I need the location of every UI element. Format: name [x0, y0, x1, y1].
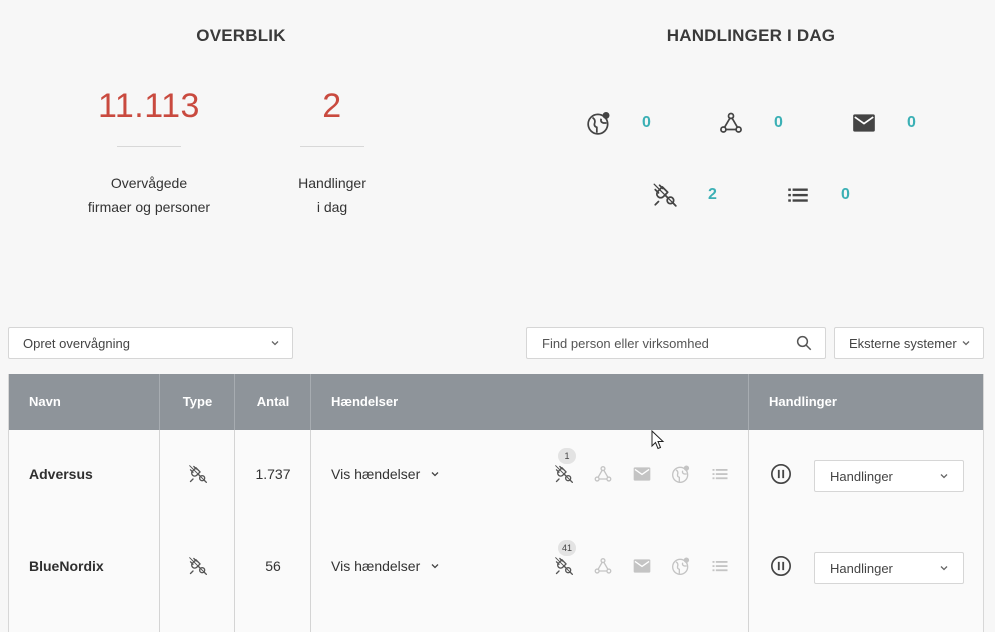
today-plug-count: 2: [708, 186, 717, 203]
stat-divider: [300, 146, 364, 147]
globe-alert-icon: [671, 556, 691, 576]
row-actions-label: Handlinger: [830, 560, 893, 576]
chevron-down-icon: [939, 563, 949, 573]
show-events-label: Vis hændelser: [331, 558, 421, 574]
event-icons: 41: [554, 540, 749, 576]
search-placeholder: Find person eller virksomhed: [542, 335, 709, 351]
show-events-label: Vis hændelser: [331, 466, 421, 482]
monitoring-table: Navn Type Antal Hændelser Handlinger Adv…: [8, 374, 984, 632]
row-name[interactable]: BlueNordix: [29, 520, 104, 612]
stat-divider: [117, 146, 181, 147]
plug-search-icon: [652, 182, 678, 208]
table-row: Adversus 1.737 Vis hændelser 1 Handlinge…: [9, 428, 983, 520]
create-monitoring-label: Opret overvågning: [23, 335, 130, 351]
external-systems-dropdown[interactable]: Eksterne systemer: [834, 327, 984, 359]
globe-alert-icon: [586, 110, 612, 136]
col-divider: [159, 374, 160, 430]
col-events[interactable]: Hændelser: [331, 374, 398, 430]
pause-button[interactable]: [770, 520, 792, 612]
col-divider: [234, 374, 235, 430]
plug-search-icon: [554, 464, 574, 484]
globe-alert-icon: [671, 464, 691, 484]
show-events-toggle[interactable]: Vis hændelser: [331, 428, 440, 520]
event-list[interactable]: [710, 556, 730, 576]
event-list[interactable]: [710, 464, 730, 484]
mail-icon: [632, 464, 652, 484]
today-plug: 2: [652, 182, 722, 208]
monitored-label-line1: Overvågede: [110, 175, 188, 191]
event-mail[interactable]: [632, 556, 652, 576]
chevron-down-icon: [270, 338, 280, 348]
row-type: [160, 520, 235, 612]
plug-search-icon: [188, 556, 208, 576]
table-row: BlueNordix 56 Vis hændelser 41 Handlinge…: [9, 520, 983, 612]
pause-icon: [770, 463, 792, 485]
today-list: 0: [785, 182, 855, 208]
create-monitoring-dropdown[interactable]: Opret overvågning: [8, 327, 293, 359]
show-events-toggle[interactable]: Vis hændelser: [331, 520, 440, 612]
row-type: [160, 428, 235, 520]
event-webhook[interactable]: [593, 556, 613, 576]
event-globe[interactable]: [671, 464, 691, 484]
actions-count: 2: [322, 87, 342, 125]
col-count[interactable]: Antal: [235, 374, 311, 430]
table-header: Navn Type Antal Hændelser Handlinger: [9, 374, 983, 430]
row-actions-label: Handlinger: [830, 468, 893, 484]
today-mail-count: 0: [907, 114, 916, 131]
today-actions-title: HANDLINGER I DAG: [666, 26, 836, 45]
event-mail[interactable]: [632, 464, 652, 484]
row-count: 56: [265, 558, 281, 574]
monitored-label-line2: firmaer og personer: [87, 199, 211, 215]
today-globe-count: 0: [642, 114, 651, 131]
row-count: 1.737: [255, 466, 291, 482]
webhook-icon: [593, 464, 613, 484]
row-name[interactable]: Adversus: [29, 428, 93, 520]
row-actions-dropdown[interactable]: Handlinger: [814, 552, 964, 584]
list-icon: [785, 182, 811, 208]
chevron-down-icon: [430, 469, 440, 479]
pause-icon: [770, 555, 792, 577]
today-list-count: 0: [841, 186, 850, 203]
search-input[interactable]: Find person eller virksomhed: [526, 327, 826, 359]
actions-label-line1: Handlinger: [298, 175, 366, 191]
col-name[interactable]: Navn: [29, 374, 61, 430]
chevron-down-icon: [939, 471, 949, 481]
event-globe[interactable]: [671, 556, 691, 576]
today-mail: 0: [851, 110, 921, 136]
event-badge: 1: [558, 448, 576, 464]
webhook-icon: [718, 110, 744, 136]
today-webhook-count: 0: [774, 114, 783, 131]
pause-button[interactable]: [770, 428, 792, 520]
col-divider: [310, 374, 311, 430]
mouse-cursor-icon: [651, 430, 665, 450]
event-badge: 41: [558, 540, 576, 556]
plug-search-icon: [554, 556, 574, 576]
list-icon: [710, 464, 730, 484]
col-divider: [748, 374, 749, 430]
search-icon[interactable]: [795, 334, 813, 352]
mail-icon: [851, 110, 877, 136]
actions-stat: 2 Handlinger i dag: [272, 86, 392, 219]
actions-label-line2: i dag: [316, 199, 348, 215]
col-type[interactable]: Type: [160, 374, 235, 430]
plug-search-icon: [188, 464, 208, 484]
monitored-stat: 11.113 Overvågede firmaer og personer: [59, 86, 239, 219]
overview-title: OVERBLIK: [196, 26, 286, 45]
list-icon: [710, 556, 730, 576]
mail-icon: [632, 556, 652, 576]
event-plug[interactable]: 41: [554, 540, 576, 576]
event-plug[interactable]: 1: [554, 448, 576, 484]
row-actions-dropdown[interactable]: Handlinger: [814, 460, 964, 492]
monitored-count: 11.113: [98, 87, 200, 125]
today-globe: 0: [586, 110, 656, 136]
chevron-down-icon: [430, 561, 440, 571]
webhook-icon: [593, 556, 613, 576]
col-actions[interactable]: Handlinger: [769, 374, 837, 430]
chevron-down-icon: [961, 338, 971, 348]
today-webhook: 0: [718, 110, 788, 136]
event-icons: 1: [554, 448, 749, 484]
external-systems-label: Eksterne systemer: [849, 335, 957, 351]
event-webhook[interactable]: [593, 464, 613, 484]
